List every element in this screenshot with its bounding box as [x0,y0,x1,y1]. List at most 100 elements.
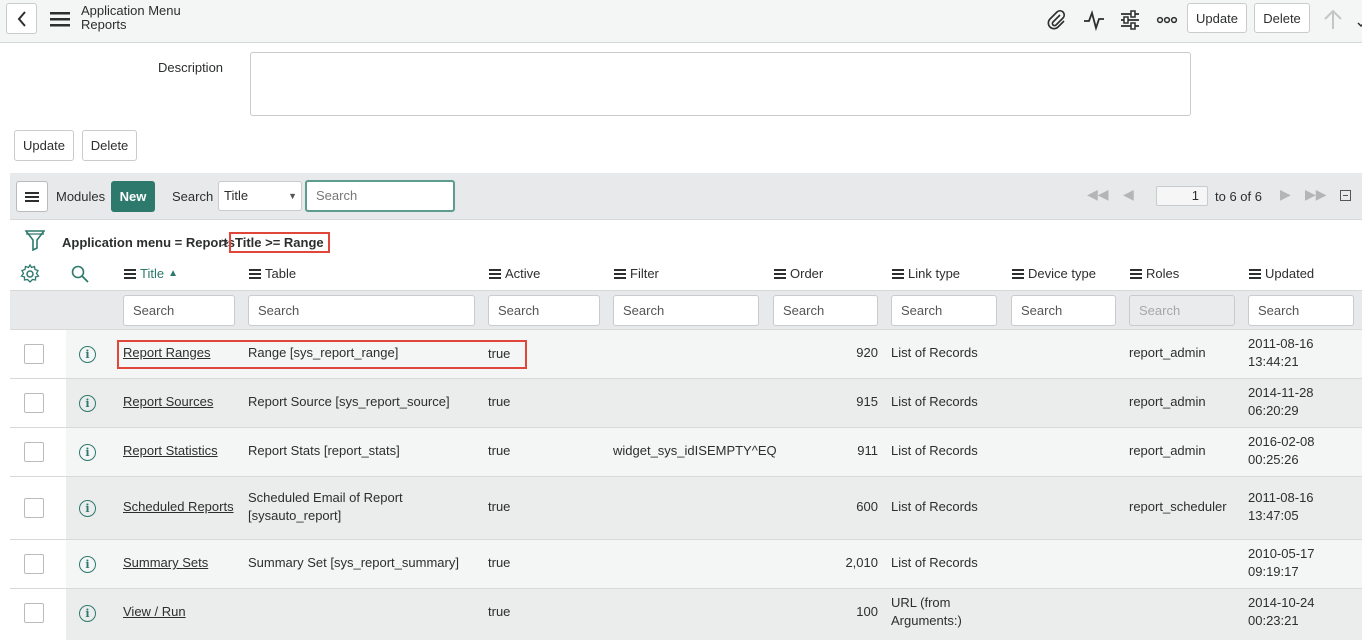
list-search-input[interactable]: Search [305,180,455,212]
breadcrumb-separator: > [221,235,229,250]
new-button[interactable]: New [111,181,155,212]
column-header-order[interactable]: Order [774,266,823,281]
search-order-input[interactable]: Search [773,295,878,326]
column-header-link-type[interactable]: Link type [892,266,960,281]
row-link-type: List of Records [891,344,978,362]
search-roles-input: Search [1129,295,1235,326]
row-checkbox[interactable] [24,603,44,623]
list-menu-button[interactable] [16,181,48,212]
filter-funnel-icon[interactable] [25,229,45,251]
last-page-icon[interactable]: ▶▶ [1305,186,1327,203]
paperclip-icon[interactable] [1045,9,1067,31]
row-checkbox[interactable] [24,498,44,518]
column-menu-icon[interactable] [489,268,501,279]
row-updated-date: 2014-11-28 [1248,385,1314,400]
column-menu-icon[interactable] [1249,268,1261,279]
previous-page-icon[interactable]: ◀ [1123,186,1134,203]
row-checkbox[interactable] [24,344,44,364]
next-record-arrow-icon[interactable] [1352,9,1362,31]
more-options-icon[interactable] [1156,9,1178,31]
row-title-link[interactable]: Report Statistics [123,442,218,460]
info-icon[interactable]: i [79,444,96,461]
row-title-link[interactable]: Summary Sets [123,554,208,572]
header-delete-button[interactable]: Delete [1254,3,1310,33]
page-number-input[interactable]: 1 [1156,186,1208,206]
column-header-title[interactable]: Title ▲ [124,266,178,281]
column-menu-icon[interactable] [774,268,786,279]
search-field-value: Title [224,188,249,203]
list-settings-gear-icon[interactable] [20,264,40,284]
search-field-select[interactable]: Title ▼ [218,181,302,211]
column-label-updated: Updated [1265,266,1315,281]
column-header-filter[interactable]: Filter [614,266,659,281]
collapse-list-icon[interactable] [1340,190,1351,201]
row-roles: report_admin [1129,394,1206,409]
search-device-type-input[interactable]: Search [1011,295,1116,326]
row-active: true [488,443,511,458]
first-page-icon[interactable]: ◀◀ [1087,186,1109,203]
search-table-input[interactable]: Search [248,295,475,326]
form-update-button[interactable]: Update [14,130,74,161]
row-title-link[interactable]: Report Sources [123,393,213,411]
column-search-toggle-icon[interactable] [71,265,89,283]
next-page-icon[interactable]: ▶ [1280,186,1291,203]
row-active: true [488,499,511,514]
row-checkbox[interactable] [24,393,44,413]
row-link-type-line2: Arguments:) [891,613,962,628]
row-updated-date: 2010-05-17 [1248,546,1315,561]
row-order: 920 [856,345,878,360]
column-header-device-type[interactable]: Device type [1012,266,1096,281]
form-menu-icon[interactable] [50,11,70,27]
column-header-table[interactable]: Table [249,266,296,281]
column-menu-icon[interactable] [124,268,136,279]
column-label-title: Title [140,266,165,281]
breadcrumb-application-menu[interactable]: Application menu = Reports [62,235,235,250]
column-menu-icon[interactable] [249,268,261,279]
settings-sliders-icon[interactable] [1119,9,1141,31]
column-header-active[interactable]: Active [489,266,540,281]
column-label-active: Active [505,266,541,281]
column-label-table: Table [265,266,297,281]
column-menu-icon[interactable] [1130,268,1142,279]
row-table: Report Stats [report_stats] [248,443,400,458]
chevron-left-icon [17,10,26,27]
info-icon[interactable]: i [79,346,96,363]
column-header-roles[interactable]: Roles [1130,266,1179,281]
search-active-input[interactable]: Search [488,295,600,326]
activity-icon[interactable] [1083,9,1105,31]
column-menu-icon[interactable] [1012,268,1024,279]
table-row: i Report Sources Report Source [sys_repo… [10,379,1362,428]
info-icon[interactable]: i [79,556,96,573]
info-icon[interactable]: i [79,395,96,412]
row-updated-time: 00:23:21 [1248,613,1299,628]
row-updated-date: 2014-10-24 [1248,595,1315,610]
form-delete-button[interactable]: Delete [82,130,137,161]
page-count-label: to 6 of 6 [1215,189,1262,204]
description-textarea[interactable] [250,52,1191,116]
form-title-table: Application Menu [81,3,181,18]
list-menu-icon [25,191,39,202]
row-checkbox[interactable] [24,554,44,574]
previous-record-arrow-icon[interactable] [1322,9,1344,31]
search-title-input[interactable]: Search [123,295,235,326]
row-updated: 2014-10-24 00:23:21 [1248,594,1315,630]
info-icon[interactable]: i [79,500,96,517]
column-menu-icon[interactable] [892,268,904,279]
back-button[interactable] [6,3,37,34]
header-update-button[interactable]: Update [1187,3,1247,33]
search-updated-input[interactable]: Search [1248,295,1354,326]
column-label-filter: Filter [630,266,659,281]
breadcrumb-title-condition[interactable]: Title >= Range [229,232,330,253]
search-link-type-input[interactable]: Search [891,295,997,326]
search-filter-input[interactable]: Search [613,295,759,326]
column-header-updated[interactable]: Updated [1249,266,1314,281]
row-link-type: List of Records [891,393,978,411]
row-checkbox[interactable] [24,442,44,462]
row-updated: 2014-11-28 06:20:29 [1248,384,1314,420]
info-icon[interactable]: i [79,605,96,622]
row-updated: 2016-02-08 00:25:26 [1248,433,1315,469]
row-title-link[interactable]: View / Run [123,603,186,621]
column-menu-icon[interactable] [614,268,626,279]
row-roles: report_admin [1129,443,1206,458]
row-title-link[interactable]: Scheduled Reports [123,498,234,516]
